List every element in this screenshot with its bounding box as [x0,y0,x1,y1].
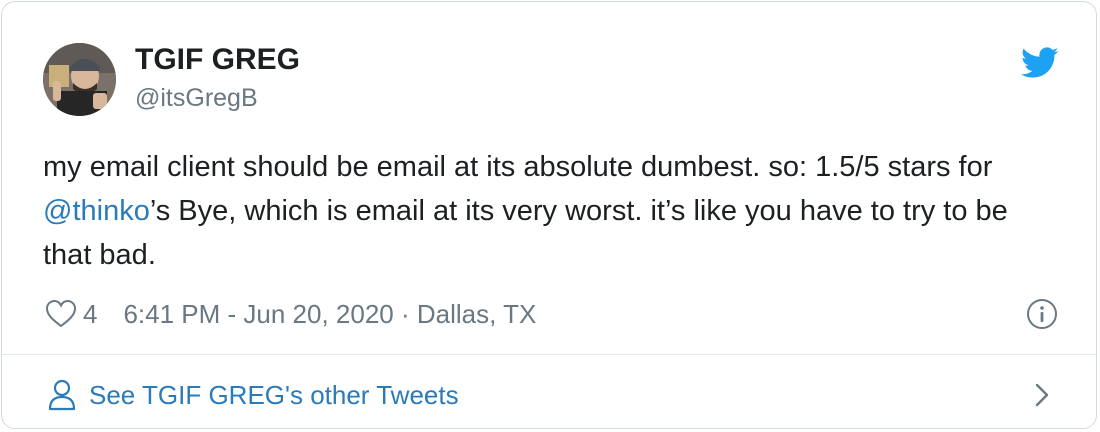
avatar[interactable] [43,43,116,116]
avatar-image [43,43,116,116]
tweet-card[interactable]: TGIF GREG @itsGregB my email client shou… [1,1,1097,429]
divider [2,354,1096,355]
mention-link[interactable]: @thinko [43,195,150,227]
like-count[interactable]: 4 [83,299,97,330]
timestamp-location[interactable]: 6:41 PM - Jun 20, 2020 · Dallas, TX [123,299,536,330]
chevron-right-icon[interactable] [1032,380,1052,410]
tweet-text: my email client should be email at its a… [43,145,1053,277]
display-name[interactable]: TGIF GREG [135,43,300,77]
see-other-tweets-label[interactable]: See TGIF GREG's other Tweets [89,380,459,411]
user-handle[interactable]: @itsGregB [135,84,258,113]
heart-icon[interactable] [45,299,77,329]
info-icon[interactable] [1026,298,1058,330]
see-other-tweets-link[interactable]: See TGIF GREG's other Tweets [47,375,459,415]
twitter-bird-icon[interactable] [1021,47,1059,79]
tweet-text-part-1: my email client should be email at its a… [43,151,993,183]
person-icon [48,379,76,411]
tweet-meta: 4 6:41 PM - Jun 20, 2020 · Dallas, TX [45,297,536,331]
tweet-text-part-2: ’s Bye, which is email at its very worst… [43,195,1008,271]
